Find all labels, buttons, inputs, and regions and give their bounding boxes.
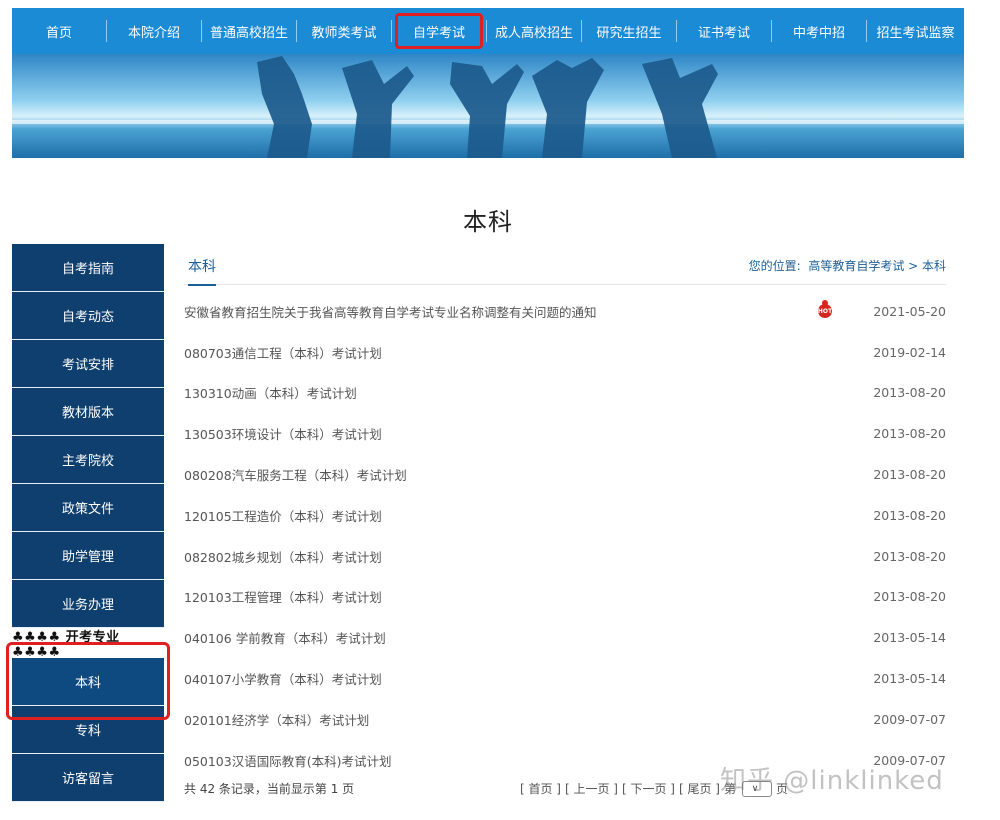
sidebar-item-textbook-version[interactable]: 教材版本: [12, 388, 164, 436]
list-item: 080703通信工程（本科）考试计划 2019-02-14: [184, 332, 946, 373]
list-item: 040107小学教育（本科）考试计划 2013-05-14: [184, 658, 946, 699]
list-item-title[interactable]: 080208汽车服务工程（本科）考试计划: [184, 465, 866, 484]
first-page-link[interactable]: [ 首页 ]: [520, 780, 561, 797]
list-item-title[interactable]: 120105工程造价（本科）考试计划: [184, 506, 866, 525]
list-item: 020101经济学（本科）考试计划 2009-07-07: [184, 699, 946, 740]
watermark: 知乎 @linklinked: [720, 766, 944, 796]
hot-icon: HOT: [818, 304, 832, 318]
sidebar-item-study-management[interactable]: 助学管理: [12, 532, 164, 580]
nav-item-about[interactable]: 本院介绍: [107, 8, 201, 54]
list-item-title[interactable]: 020101经济学（本科）考试计划: [184, 710, 866, 729]
list-item: 安徽省教育招生院关于我省高等教育自学考试专业名称调整有关问题的通知 HOT 20…: [184, 291, 946, 332]
sidebar-item-exam-schedule[interactable]: 考试安排: [12, 340, 164, 388]
content-tab-title: 本科: [188, 256, 216, 286]
list-item-date: 2013-08-20: [873, 589, 946, 605]
list-item-date: 2013-05-14: [873, 630, 946, 646]
nav-item-middle-school[interactable]: 中考中招: [772, 8, 866, 54]
nav-item-adult-admission[interactable]: 成人高校招生: [487, 8, 581, 54]
list-item-date: 2009-07-07: [873, 711, 946, 727]
last-page-link[interactable]: [ 尾页 ]: [679, 780, 720, 797]
sidebar: 自考指南 自考动态 考试安排 教材版本 主考院校 政策文件 助学管理 业务办理 …: [12, 244, 164, 802]
sidebar-item-junior-college[interactable]: 专科: [12, 706, 164, 754]
list-item-date: 2013-05-14: [873, 671, 946, 687]
list-item-date: 2013-08-20: [873, 467, 946, 483]
sidebar-item-business-handling[interactable]: 业务办理: [12, 580, 164, 628]
list-item: 040106 学前教育（本科）考试计划 2013-05-14: [184, 617, 946, 658]
sidebar-section-heading: ♣♣♣♣ 开考专业 ♣♣♣♣: [12, 628, 164, 660]
list-item-title[interactable]: 安徽省教育招生院关于我省高等教育自学考试专业名称调整有关问题的通知: [184, 302, 866, 321]
list-item-title[interactable]: 130310动画（本科）考试计划: [184, 383, 866, 402]
sidebar-item-host-schools[interactable]: 主考院校: [12, 436, 164, 484]
page-title: 本科: [463, 208, 513, 236]
sidebar-item-exam-guide[interactable]: 自考指南: [12, 244, 164, 292]
sidebar-item-undergraduate[interactable]: 本科: [12, 658, 164, 706]
article-list: 安徽省教育招生院关于我省高等教育自学考试专业名称调整有关问题的通知 HOT 20…: [184, 291, 946, 781]
list-item-date: 2021-05-20: [873, 303, 946, 319]
list-item: 120105工程造价（本科）考试计划 2013-08-20: [184, 495, 946, 536]
main-content: 本科 您的位置: 高等教育自学考试 > 本科 安徽省教育招生院关于我省高等教育自…: [184, 244, 946, 797]
content-header: 本科 您的位置: 高等教育自学考试 > 本科: [184, 244, 946, 286]
breadcrumb-prefix: 您的位置:: [748, 259, 801, 273]
list-item: 080208汽车服务工程（本科）考试计划 2013-08-20: [184, 454, 946, 495]
list-item: 130310动画（本科）考试计划 2013-08-20: [184, 373, 946, 414]
breadcrumb-path[interactable]: 高等教育自学考试 > 本科: [808, 259, 946, 273]
list-item-title[interactable]: 082802城乡规划（本科）考试计划: [184, 547, 866, 566]
list-item-date: 2013-08-20: [873, 426, 946, 442]
nav-item-exam-supervision[interactable]: 招生考试监察: [867, 8, 964, 54]
list-item-title[interactable]: 120103工程管理（本科）考试计划: [184, 587, 866, 606]
sidebar-item-guestbook[interactable]: 访客留言: [12, 754, 164, 802]
nav-item-teacher-exam[interactable]: 教师类考试: [297, 8, 391, 54]
list-item: 130503环境设计（本科）考试计划 2013-08-20: [184, 413, 946, 454]
nav-item-graduate-admission[interactable]: 研究生招生: [582, 8, 676, 54]
breadcrumb: 您的位置: 高等教育自学考试 > 本科: [749, 257, 946, 274]
list-item-title[interactable]: 040106 学前教育（本科）考试计划: [184, 628, 866, 647]
nav-item-general-admission[interactable]: 普通高校招生: [202, 8, 296, 54]
record-summary: 共 42 条记录，当前显示第 1 页: [184, 781, 355, 796]
top-nav: 首页 本院介绍 普通高校招生 教师类考试 自学考试 成人高校招生 研究生招生 证…: [12, 8, 964, 54]
list-item-date: 2013-08-20: [873, 385, 946, 401]
next-page-link[interactable]: [ 下一页 ]: [622, 780, 675, 797]
nav-item-home[interactable]: 首页: [12, 8, 106, 54]
list-item-title[interactable]: 130503环境设计（本科）考试计划: [184, 424, 866, 443]
nav-item-certificate-exam[interactable]: 证书考试: [677, 8, 771, 54]
prev-page-link[interactable]: [ 上一页 ]: [565, 780, 618, 797]
list-item-title[interactable]: 040107小学教育（本科）考试计划: [184, 669, 866, 688]
list-item: 082802城乡规划（本科）考试计划 2013-08-20: [184, 536, 946, 577]
list-item-date: 2019-02-14: [873, 344, 946, 360]
hot-badge-text: HOT: [817, 307, 833, 315]
list-item-title[interactable]: 080703通信工程（本科）考试计划: [184, 343, 866, 362]
nav-item-self-study-exam[interactable]: 自学考试: [392, 8, 486, 54]
list-item-date: 2013-08-20: [873, 548, 946, 564]
list-item: 120103工程管理（本科）考试计划 2013-08-20: [184, 577, 946, 618]
sidebar-item-policy-files[interactable]: 政策文件: [12, 484, 164, 532]
banner-image: [12, 54, 964, 158]
sidebar-item-exam-news[interactable]: 自考动态: [12, 292, 164, 340]
list-item-date: 2013-08-20: [873, 507, 946, 523]
